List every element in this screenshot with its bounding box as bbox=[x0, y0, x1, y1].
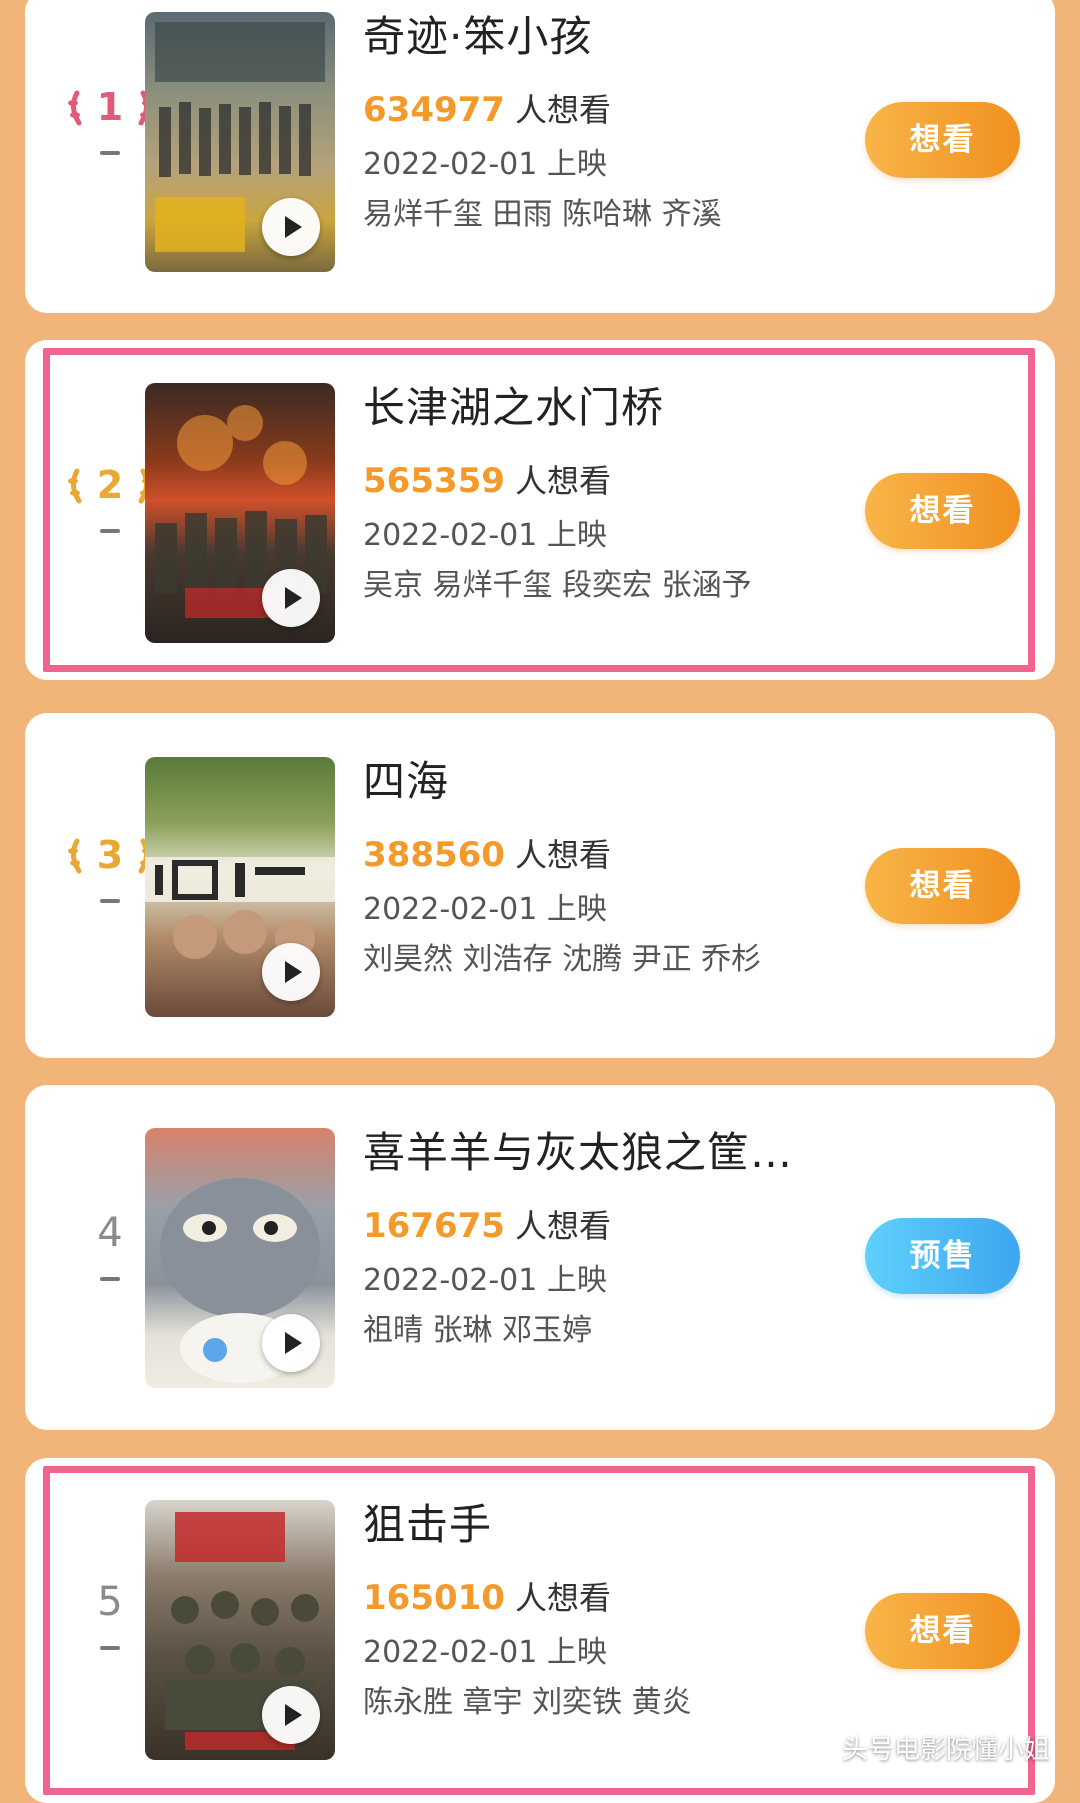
rank-change-dash bbox=[100, 1646, 120, 1650]
want-to-watch-button[interactable]: 想看 bbox=[865, 473, 1020, 549]
want-to-watch-button[interactable]: 想看 bbox=[865, 102, 1020, 178]
movie-card[interactable]: 1 奇迹·笨小孩 634977 人想看 2022-02-01 上映 易烊千玺 田雨… bbox=[25, 0, 1055, 313]
want-suffix: 人想看 bbox=[514, 836, 611, 874]
play-button[interactable] bbox=[262, 198, 320, 256]
release-date: 2022-02-01 bbox=[363, 147, 538, 182]
release-date: 2022-02-01 bbox=[363, 1635, 538, 1670]
release-suffix: 上映 bbox=[546, 1263, 607, 1298]
movie-card[interactable]: 3 四海 388560 人想看 2022-02-01 上映 刘昊然 刘浩存 沈腾 … bbox=[25, 713, 1055, 1058]
movie-title[interactable]: 狙击手 bbox=[363, 1500, 843, 1550]
release-suffix: 上映 bbox=[546, 1635, 607, 1670]
rank-change-dash bbox=[100, 529, 120, 533]
rank-number: 5 bbox=[97, 1579, 123, 1625]
release-date: 2022-02-01 bbox=[363, 1263, 538, 1298]
want-line: 388560 人想看 bbox=[363, 835, 843, 875]
cast-list: 刘昊然 刘浩存 沈腾 尹正 乔杉 bbox=[363, 942, 762, 977]
presale-button[interactable]: 预售 bbox=[865, 1218, 1020, 1294]
want-suffix: 人想看 bbox=[514, 462, 611, 500]
movie-info: 狙击手 165010 人想看 2022-02-01 上映 陈永胜 章宇 刘奕铁 黄… bbox=[363, 1500, 843, 1722]
want-line: 165010 人想看 bbox=[363, 1578, 843, 1618]
want-suffix: 人想看 bbox=[514, 91, 611, 129]
release-line: 2022-02-01 上映 bbox=[363, 146, 843, 184]
cast-list: 祖晴 张琳 邓玉婷 bbox=[363, 1313, 593, 1348]
play-button[interactable] bbox=[262, 1314, 320, 1372]
watermark-text: 头号电影院懂小姐 bbox=[841, 1735, 1050, 1765]
movie-title[interactable]: 长津湖之水门桥 bbox=[363, 383, 843, 433]
watermark: 头号电影院懂小姐 bbox=[799, 1729, 1050, 1766]
rank-number: 4 bbox=[97, 1210, 123, 1256]
rank-badge: 4 bbox=[65, 1211, 155, 1281]
release-suffix: 上映 bbox=[546, 147, 607, 182]
release-suffix: 上映 bbox=[546, 892, 607, 927]
movie-poster[interactable] bbox=[145, 757, 335, 1017]
movie-card[interactable]: 2 长津湖之水门桥 565359 人想看 2022-02-01 上映 吴京 易烊千… bbox=[25, 340, 1055, 680]
movie-info: 喜羊羊与灰太狼之筐… 167675 人想看 2022-02-01 上映 祖晴 张琳… bbox=[363, 1128, 843, 1350]
movie-poster[interactable] bbox=[145, 12, 335, 272]
release-suffix: 上映 bbox=[546, 518, 607, 553]
want-suffix: 人想看 bbox=[514, 1579, 611, 1617]
rank-change-dash bbox=[100, 151, 120, 155]
rank-badge: 2 bbox=[65, 463, 155, 533]
cast-list: 吴京 易烊千玺 段奕宏 张涵予 bbox=[363, 568, 752, 603]
release-line: 2022-02-01 上映 bbox=[363, 1634, 843, 1672]
play-button[interactable] bbox=[262, 1686, 320, 1744]
rank-change-dash bbox=[100, 1277, 120, 1281]
rank-badge: 1 bbox=[65, 85, 155, 155]
want-line: 565359 人想看 bbox=[363, 461, 843, 501]
rank-number: 3 bbox=[96, 833, 124, 877]
cast-list: 陈永胜 章宇 刘奕铁 黄炎 bbox=[363, 1685, 692, 1720]
movie-poster[interactable] bbox=[145, 1128, 335, 1388]
rank-number: 1 bbox=[96, 85, 124, 129]
movie-card[interactable]: 4 喜羊羊与灰太狼之筐… 167675 人想看 2022-02-01 上映 祖晴 … bbox=[25, 1085, 1055, 1430]
want-to-watch-button[interactable]: 想看 bbox=[865, 848, 1020, 924]
want-count: 565359 bbox=[363, 461, 505, 501]
wechat-icon bbox=[799, 1732, 834, 1765]
play-button[interactable] bbox=[262, 569, 320, 627]
movie-info: 长津湖之水门桥 565359 人想看 2022-02-01 上映 吴京 易烊千玺 … bbox=[363, 383, 843, 605]
play-button[interactable] bbox=[262, 943, 320, 1001]
movie-title[interactable]: 四海 bbox=[363, 757, 843, 807]
release-date: 2022-02-01 bbox=[363, 518, 538, 553]
want-count: 165010 bbox=[363, 1578, 505, 1618]
rank-badge: 5 bbox=[65, 1580, 155, 1650]
want-count: 167675 bbox=[363, 1206, 505, 1246]
rank-change-dash bbox=[100, 899, 120, 903]
movie-poster[interactable] bbox=[145, 1500, 335, 1760]
cast-list: 易烊千玺 田雨 陈哈琳 齐溪 bbox=[363, 197, 722, 232]
want-line: 634977 人想看 bbox=[363, 90, 843, 130]
want-line: 167675 人想看 bbox=[363, 1206, 843, 1246]
movie-info: 奇迹·笨小孩 634977 人想看 2022-02-01 上映 易烊千玺 田雨 陈… bbox=[363, 12, 843, 234]
release-line: 2022-02-01 上映 bbox=[363, 1262, 843, 1300]
want-suffix: 人想看 bbox=[514, 1207, 611, 1245]
want-to-watch-button[interactable]: 想看 bbox=[865, 1593, 1020, 1669]
movie-poster[interactable] bbox=[145, 383, 335, 643]
movie-title[interactable]: 喜羊羊与灰太狼之筐… bbox=[363, 1128, 843, 1178]
release-line: 2022-02-01 上映 bbox=[363, 891, 843, 929]
want-count: 388560 bbox=[363, 835, 505, 875]
release-line: 2022-02-01 上映 bbox=[363, 517, 843, 555]
movie-title[interactable]: 奇迹·笨小孩 bbox=[363, 12, 843, 62]
movie-info: 四海 388560 人想看 2022-02-01 上映 刘昊然 刘浩存 沈腾 尹正… bbox=[363, 757, 843, 979]
rank-badge: 3 bbox=[65, 833, 155, 903]
release-date: 2022-02-01 bbox=[363, 892, 538, 927]
rank-number: 2 bbox=[96, 463, 124, 507]
want-count: 634977 bbox=[363, 90, 505, 130]
